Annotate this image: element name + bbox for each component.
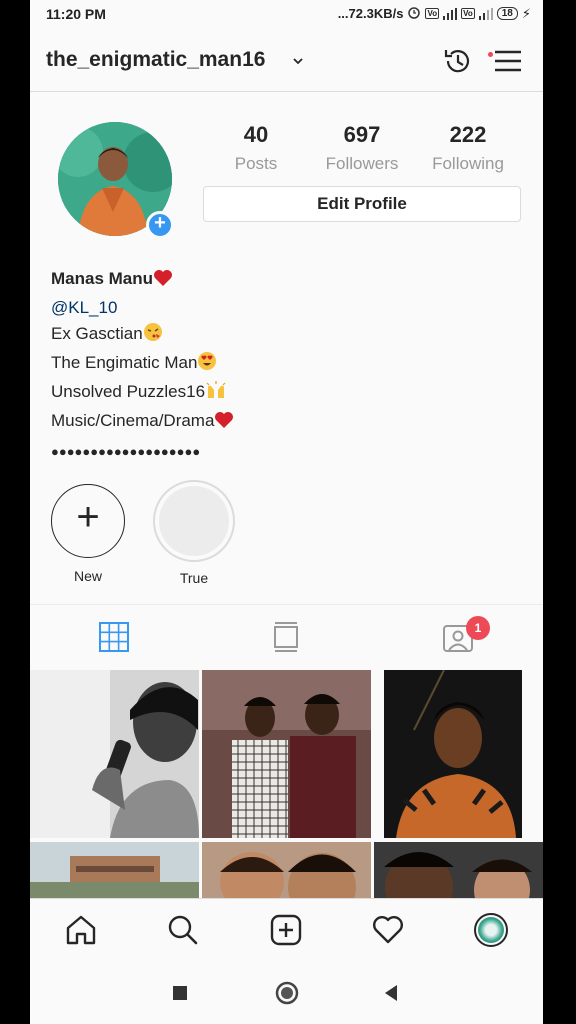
heart-emoji-icon [214,411,234,437]
network-speed: ...72.3KB/s [337,6,404,21]
profile-header: the_enigmatic_man16 [30,30,543,92]
bio-mention-link[interactable]: @KL_10 [51,298,117,317]
bio-dots: ●●●●●●●●●●●●●●●●●●● [51,444,201,459]
grid-photo[interactable] [30,670,199,838]
profile-bio: Manas Manu @KL_10 Ex Gasctian The Engima… [51,266,521,465]
stat-posts[interactable]: 40 Posts [206,122,306,174]
status-bar: 11:20 PM ...72.3KB/s Vo Vo 18 ⚡ [30,0,543,30]
stat-label: Followers [325,154,399,173]
bio-line: The Engimatic Man [51,353,198,372]
highlight-new[interactable]: + New [50,484,126,584]
status-time: 11:20 PM [46,6,106,22]
highlight-cover[interactable] [153,480,235,562]
stat-value: 40 [243,122,269,147]
notification-dot [488,52,493,57]
alarm-icon [407,5,421,22]
highlight-label: True [179,570,209,586]
stat-value: 222 [449,122,487,147]
home-circle-icon[interactable] [274,980,300,1006]
grid-photo[interactable] [30,842,199,902]
grid-photo[interactable] [384,670,522,838]
bottom-nav [30,898,543,962]
grid-photo[interactable] [202,842,371,902]
profile-avatar-wrap[interactable]: + [58,122,174,239]
battery-icon: 18 [496,7,518,20]
tagged-badge: 1 [466,616,490,640]
grid-icon[interactable] [96,619,132,655]
display-name: Manas Manu [51,269,154,288]
highlight-true[interactable]: True [152,480,236,586]
plus-icon[interactable]: + [51,484,125,558]
heart-eyes-emoji-icon [197,351,217,379]
phone-screen: 11:20 PM ...72.3KB/s Vo Vo 18 ⚡ the_enig… [30,0,543,1024]
volte-icon: Vo [425,8,440,19]
stat-label: Following [432,154,504,173]
grid-photo[interactable] [202,670,371,838]
back-icon[interactable] [382,983,400,1003]
volte-icon: Vo [461,8,475,19]
photo-grid [30,670,543,902]
signal-icon [478,7,493,20]
bio-line: Music/Cinema/Drama [51,411,215,430]
add-story-button[interactable]: + [146,211,174,239]
bio-line: Unsolved Puzzles16 [51,382,206,401]
grid-photo[interactable] [374,842,543,902]
heart-emoji-icon [153,269,173,295]
charging-icon: ⚡ [521,5,531,21]
edit-profile-button[interactable]: Edit Profile [203,186,521,222]
signal-icon [443,7,458,20]
search-icon[interactable] [166,913,200,947]
highlight-label: New [73,568,102,584]
profile-avatar[interactable] [474,913,508,947]
bio-line: Ex Gasctian [51,324,143,343]
stat-followers[interactable]: 697 Followers [312,122,412,174]
home-icon[interactable] [64,913,98,947]
feed-icon[interactable] [268,619,304,655]
recents-icon[interactable] [171,984,189,1002]
archive-history-icon[interactable] [440,44,474,78]
menu-icon[interactable] [491,44,525,78]
status-icons: ...72.3KB/s Vo Vo 18 ⚡ [338,5,531,22]
stat-value: 697 [343,122,381,147]
profile-tabs [30,604,543,668]
stat-label: Posts [234,154,278,173]
new-post-icon[interactable] [269,913,303,947]
system-nav-bar [30,962,543,1024]
kiss-emoji-icon [143,322,163,350]
activity-icon[interactable] [371,913,405,947]
chevron-down-icon[interactable] [292,55,304,67]
username[interactable]: the_enigmatic_man16 [46,48,265,72]
raised-hands-emoji-icon [205,380,227,408]
stat-following[interactable]: 222 Following [418,122,518,174]
